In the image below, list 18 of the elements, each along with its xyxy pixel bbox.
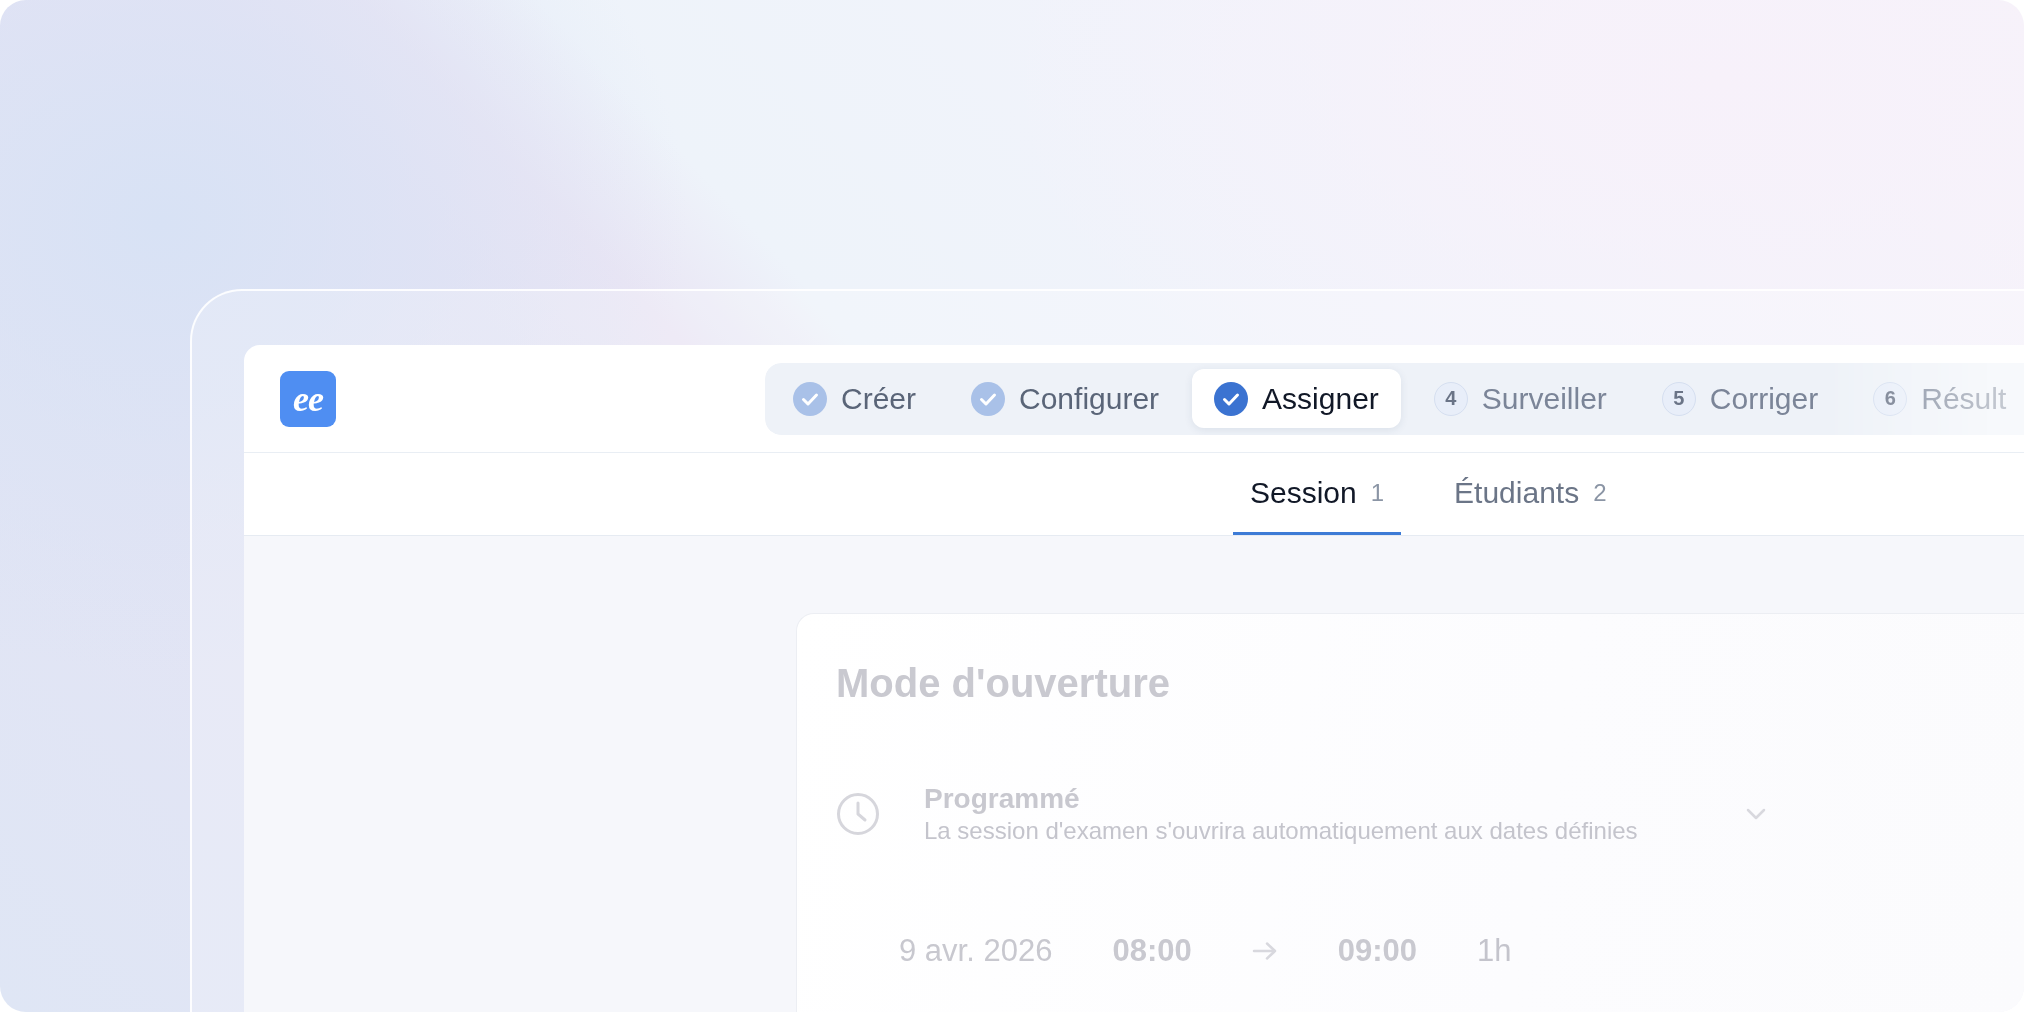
step-number: 5 xyxy=(1661,381,1696,416)
tab-count: 2 xyxy=(1593,478,1607,507)
step-tab[interactable]: Configurer xyxy=(949,369,1182,428)
tab[interactable]: Étudiants 2 xyxy=(1437,453,1624,535)
duration-label: 1h xyxy=(1477,932,1512,969)
chevron-down-icon[interactable] xyxy=(1746,808,1766,820)
step-tab[interactable]: Assigner xyxy=(1192,369,1401,428)
step-tab[interactable]: 6 Résult xyxy=(1851,369,2024,428)
app-logo: ee xyxy=(280,370,336,427)
step-tab[interactable]: 5 Corriger xyxy=(1639,369,1841,428)
mode-description: La session d'examen s'ouvrira automatiquement aux dates définies xyxy=(924,816,1638,846)
clock-icon xyxy=(836,792,880,836)
step-tab[interactable]: 4 Surveiller xyxy=(1411,369,1629,428)
tab-count: 1 xyxy=(1370,478,1385,507)
step-tab[interactable]: Créer xyxy=(771,369,938,428)
step-number: 6 xyxy=(1873,381,1908,416)
step-number: 4 xyxy=(1433,381,1468,416)
arrow-right-icon xyxy=(1251,940,1278,961)
